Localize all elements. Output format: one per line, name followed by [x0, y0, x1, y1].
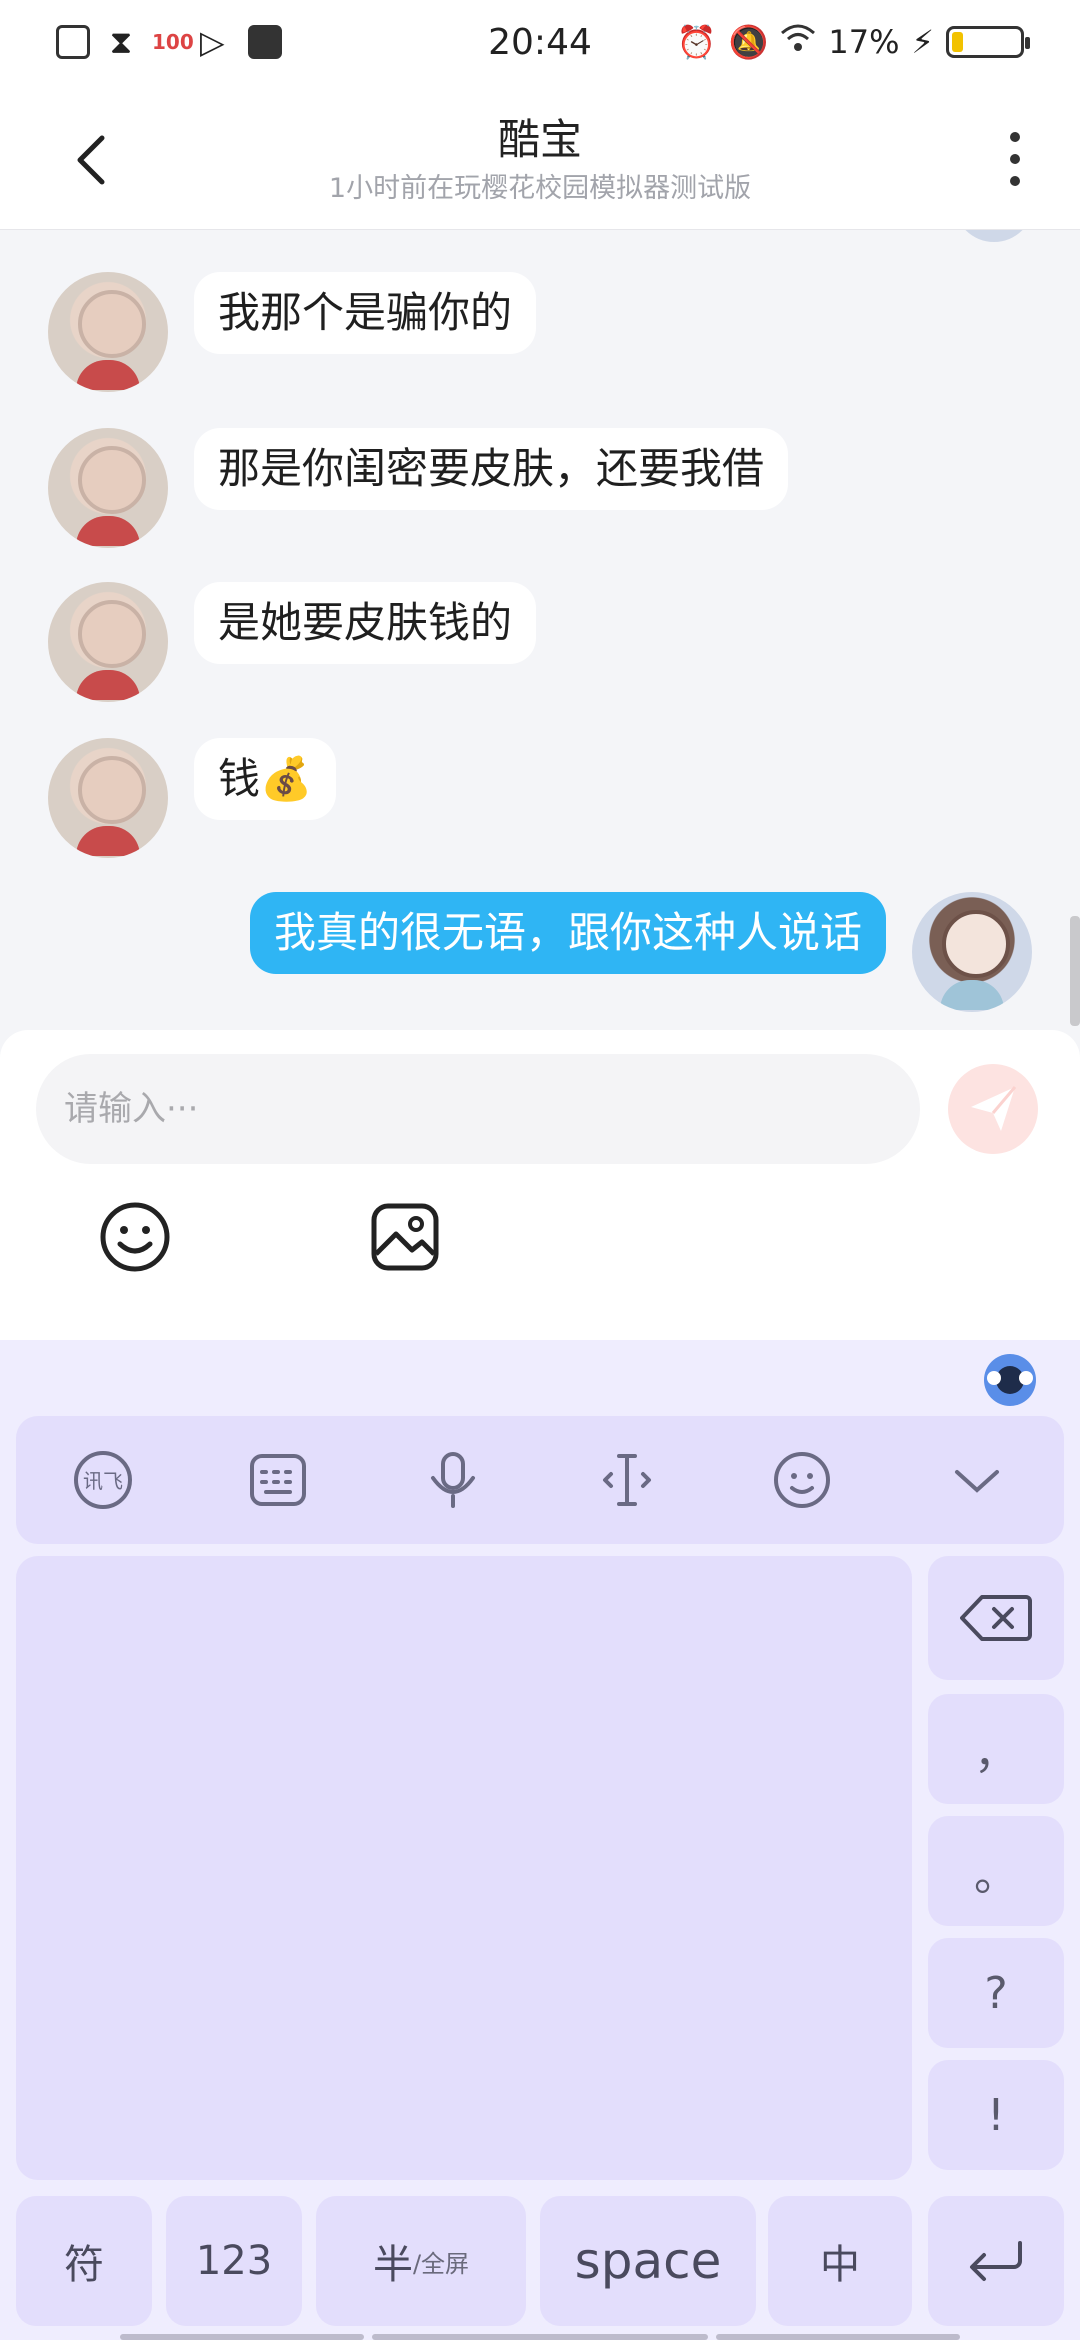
- smiley-icon: [100, 1202, 170, 1272]
- message-row: 我那个是骗你的: [48, 272, 537, 392]
- message-row: 那是你闺密要皮肤，还要我借: [48, 428, 789, 548]
- more-dot-icon: [1010, 154, 1020, 164]
- exclamation-key[interactable]: !: [928, 2060, 1064, 2170]
- enter-key[interactable]: [928, 2196, 1064, 2326]
- more-dot-icon: [1010, 132, 1020, 142]
- more-dot-icon: [1010, 176, 1020, 186]
- smiley-icon: [773, 1452, 830, 1508]
- language-key[interactable]: 中: [768, 2196, 912, 2326]
- handwriting-area[interactable]: [16, 1556, 912, 2180]
- emoji-button[interactable]: [98, 1200, 172, 1274]
- nav-bar-segment: [716, 2334, 960, 2340]
- message-list[interactable]: 我那个是骗你的 那是你闺密要皮肤，还要我借 是她要皮肤钱的 钱💰 我真的很无语，…: [0, 230, 1080, 1030]
- charging-icon: ⚡: [911, 23, 934, 61]
- battery-percent: 17%: [828, 23, 900, 61]
- message-bubble-mine[interactable]: 我真的很无语，跟你这种人说话: [249, 892, 886, 974]
- image-icon: [371, 1203, 439, 1271]
- keyboard-layout-button[interactable]: [238, 1440, 318, 1520]
- send-icon: [971, 1086, 1017, 1131]
- contact-activity: 1小时前在玩樱花校园模拟器测试版: [328, 173, 752, 204]
- hide-keyboard-button[interactable]: [937, 1440, 1017, 1520]
- avatar[interactable]: [48, 428, 168, 548]
- keyboard: 讯飞 ， 。 ? ! 符 123 半 /全屏 space 中: [0, 1340, 1080, 2340]
- space-key[interactable]: space: [540, 2196, 756, 2326]
- keyboard-logo-icon[interactable]: [980, 1350, 1040, 1410]
- message-input[interactable]: 请输入···: [36, 1054, 920, 1164]
- message-row-mine: 我真的很无语，跟你这种人说话: [249, 892, 1032, 1012]
- text-cursor-icon: [603, 1454, 652, 1506]
- status-bar: ⧗ 100 ▷ 20:44 ⏰ 🔕 17% ⚡: [0, 0, 1080, 84]
- question-key[interactable]: ?: [928, 1938, 1064, 2048]
- message-bubble[interactable]: 钱💰: [194, 738, 337, 820]
- enter-icon: [970, 2241, 1022, 2281]
- avatar: [954, 230, 1034, 242]
- message-row: 是她要皮肤钱的: [48, 582, 537, 702]
- chevron-down-icon: [954, 1470, 999, 1493]
- symbols-key[interactable]: 符: [16, 2196, 152, 2326]
- mute-icon: 🔕: [728, 23, 769, 61]
- half-label: 半: [372, 2242, 413, 2288]
- comma-key[interactable]: ，: [928, 1694, 1064, 1804]
- keyboard-toolbar: 讯飞: [16, 1416, 1064, 1544]
- nav-bar-segment: [120, 2334, 364, 2340]
- scrollbar[interactable]: [1070, 916, 1080, 1026]
- status-right-icons: ⏰ 🔕 17% ⚡: [676, 0, 1030, 84]
- message-row: 钱💰: [48, 738, 337, 858]
- screen: ⧗ 100 ▷ 20:44 ⏰ 🔕 17% ⚡ 酷宝 1小时前在玩樱花校园模拟器…: [0, 0, 1080, 2340]
- message-bubble[interactable]: 是她要皮肤钱的: [194, 582, 537, 664]
- handwriting-icon: 讯飞: [74, 1451, 133, 1509]
- period-key[interactable]: 。: [928, 1816, 1064, 1926]
- message-bubble[interactable]: 我那个是骗你的: [194, 272, 537, 354]
- keyboard-icon: [249, 1454, 306, 1506]
- wifi-icon: [780, 23, 816, 61]
- avatar[interactable]: [48, 272, 168, 392]
- half-full-width-key[interactable]: 半/全屏: [316, 2196, 526, 2326]
- battery-fill: [952, 32, 963, 52]
- avatar[interactable]: [48, 582, 168, 702]
- more-options-button[interactable]: [990, 124, 1040, 194]
- avatar[interactable]: [48, 738, 168, 858]
- backspace-icon: [960, 1595, 1032, 1641]
- composer-panel: 请输入···: [0, 1030, 1080, 1340]
- svg-text:讯飞: 讯飞: [83, 1469, 123, 1493]
- alarm-icon: ⏰: [676, 23, 717, 61]
- my-avatar[interactable]: [912, 892, 1032, 1012]
- keyboard-emoji-button[interactable]: [762, 1440, 842, 1520]
- handwriting-button[interactable]: 讯飞: [63, 1440, 143, 1520]
- send-button[interactable]: [948, 1064, 1038, 1154]
- contact-name: 酷宝: [497, 115, 582, 164]
- cursor-button[interactable]: [587, 1440, 667, 1520]
- numbers-key[interactable]: 123: [166, 2196, 302, 2326]
- backspace-key[interactable]: [928, 1556, 1064, 1680]
- voice-input-button[interactable]: [413, 1440, 493, 1520]
- chat-header: 酷宝 1小时前在玩樱花校园模拟器测试版: [0, 84, 1080, 230]
- nav-bar-segment: [372, 2334, 708, 2340]
- microphone-icon: [430, 1452, 475, 1508]
- message-bubble[interactable]: 那是你闺密要皮肤，还要我借: [194, 428, 789, 510]
- full-label: /全屏: [412, 2249, 470, 2278]
- battery-icon: [946, 26, 1030, 58]
- image-button[interactable]: [368, 1200, 442, 1274]
